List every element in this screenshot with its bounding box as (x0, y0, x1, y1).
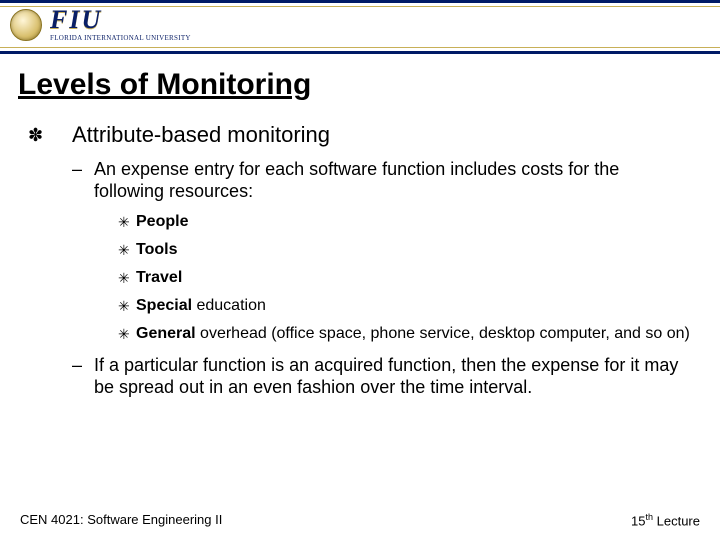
resource-text: Tools (136, 240, 177, 260)
university-name: FIU FLORIDA INTERNATIONAL UNIVERSITY (50, 7, 191, 42)
level2-text: An expense entry for each software funct… (94, 158, 692, 202)
footer-left: CEN 4021: Software Engineering II (20, 512, 222, 528)
resource-list: ✳ People ✳ Tools ✳ Travel ✳ Special educ… (118, 212, 692, 344)
logo-subtext: FLORIDA INTERNATIONAL UNIVERSITY (50, 35, 191, 42)
resource-text: People (136, 212, 188, 232)
level1-text: Attribute-based monitoring (72, 122, 330, 148)
bullet-level2: – If a particular function is an acquire… (72, 354, 692, 398)
list-item: ✳ People (118, 212, 692, 232)
asterisk-icon: ✳ (118, 268, 136, 288)
bullet-level1: ✽ Attribute-based monitoring (28, 122, 692, 148)
list-item: ✳ General overhead (office space, phone … (118, 324, 692, 344)
logo-text: FIU (50, 7, 102, 33)
asterisk-icon: ✳ (118, 296, 136, 316)
asterisk-icon: ✽ (28, 122, 72, 148)
dash-icon: – (72, 354, 94, 398)
asterisk-icon: ✳ (118, 240, 136, 260)
slide-body: ✽ Attribute-based monitoring – An expens… (28, 122, 692, 398)
asterisk-icon: ✳ (118, 212, 136, 232)
resource-text: Travel (136, 268, 182, 288)
slide-header: FIU FLORIDA INTERNATIONAL UNIVERSITY (0, 0, 720, 54)
list-item: ✳ Special education (118, 296, 692, 316)
slide: FIU FLORIDA INTERNATIONAL UNIVERSITY Lev… (0, 0, 720, 540)
list-item: ✳ Travel (118, 268, 692, 288)
header-rule-bottom (0, 47, 720, 48)
resource-text: General overhead (office space, phone se… (136, 324, 690, 344)
footer-right: 15th Lecture (631, 512, 700, 528)
dash-icon: – (72, 158, 94, 202)
university-seal-icon (10, 9, 42, 41)
slide-title: Levels of Monitoring (18, 68, 720, 102)
asterisk-icon: ✳ (118, 324, 136, 344)
slide-footer: CEN 4021: Software Engineering II 15th L… (20, 512, 700, 528)
logo-block: FIU FLORIDA INTERNATIONAL UNIVERSITY (10, 7, 191, 42)
bullet-level2: – An expense entry for each software fun… (72, 158, 692, 202)
list-item: ✳ Tools (118, 240, 692, 260)
resource-text: Special education (136, 296, 266, 316)
level2-text: If a particular function is an acquired … (94, 354, 692, 398)
